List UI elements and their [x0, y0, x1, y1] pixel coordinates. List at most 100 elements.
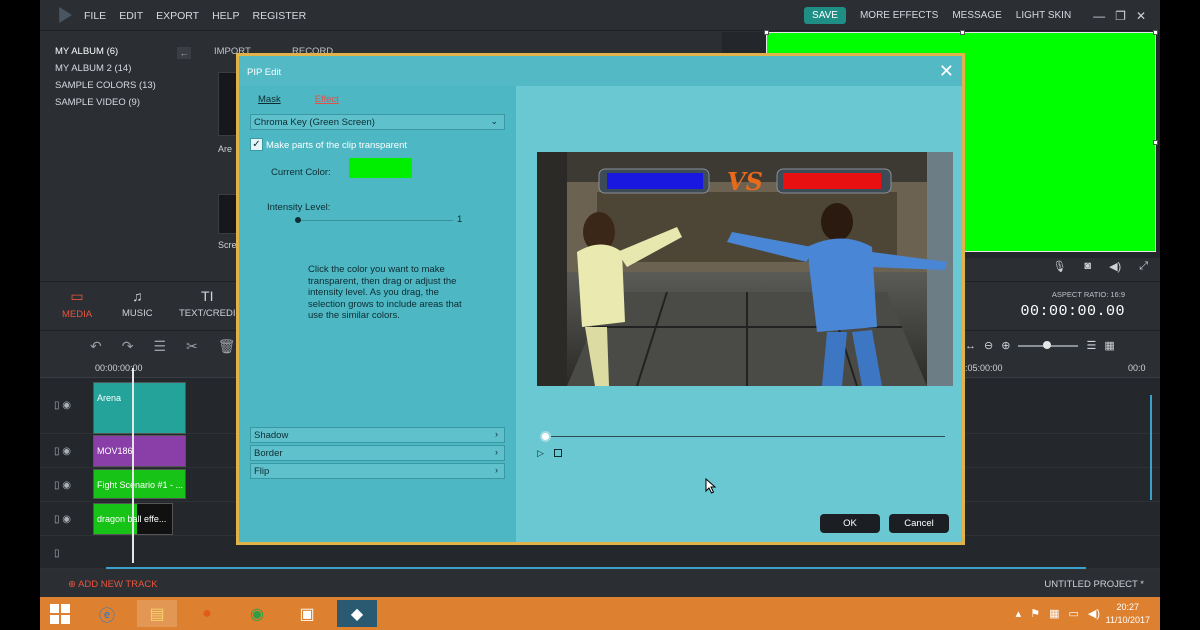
undo-icon[interactable]: ↶	[90, 338, 102, 355]
redo-icon[interactable]: ↷	[122, 338, 134, 355]
preview-scrubber[interactable]	[547, 436, 945, 437]
adjust-icon[interactable]: ☰	[153, 338, 166, 355]
track-lock-icon[interactable]: ▯	[54, 548, 60, 559]
cancel-button[interactable]: Cancel	[889, 514, 949, 533]
snapshot-icon[interactable]: ◙	[1084, 260, 1091, 273]
light-skin-button[interactable]: LIGHT SKIN	[1016, 10, 1071, 21]
tab-music-label: MUSIC	[122, 308, 153, 319]
transparency-checkbox-label: Make parts of the clip transparent	[266, 140, 407, 151]
album-item[interactable]: SAMPLE VIDEO (9)	[55, 97, 195, 114]
fit-icon[interactable]: ↔	[965, 340, 976, 352]
close-icon[interactable]: ✕	[939, 61, 954, 82]
playhead[interactable]	[132, 368, 134, 563]
horizontal-scrollbar[interactable]	[106, 567, 1086, 569]
minimize-icon[interactable]: —	[1093, 9, 1105, 23]
flag-icon[interactable]: ⚑	[1030, 607, 1040, 620]
ruler-tick: 00:0	[1128, 363, 1146, 373]
album-item[interactable]: SAMPLE COLORS (13)	[55, 80, 195, 97]
volume-tray-icon[interactable]: ◀)	[1088, 607, 1100, 620]
timeline-clip[interactable]: MOV186	[93, 435, 186, 467]
file-explorer-icon[interactable]: ▤	[137, 600, 177, 627]
track-visibility-icon[interactable]: ▯ ◉	[54, 514, 71, 525]
tab-music[interactable]: ♫ MUSIC	[122, 288, 153, 319]
add-new-track-button[interactable]: ⊕ ADD NEW TRACK	[68, 579, 158, 590]
media-player-icon[interactable]: ▣	[287, 600, 327, 627]
network-icon[interactable]: ▦	[1049, 607, 1059, 620]
current-color-label: Current Color:	[271, 167, 331, 178]
music-note-icon: ♫	[132, 288, 143, 304]
windows-start-icon[interactable]	[50, 604, 70, 624]
intensity-slider[interactable]	[298, 220, 453, 221]
ok-button[interactable]: OK	[820, 514, 880, 533]
track-visibility-icon[interactable]: ▯ ◉	[54, 446, 71, 457]
grid-view-icon[interactable]: ▦	[1104, 339, 1114, 352]
taskbar-clock[interactable]: 20:27 11/10/2017	[1106, 601, 1150, 627]
zoom-out-icon[interactable]: ⊖	[984, 339, 993, 352]
maximize-icon[interactable]: ❐	[1115, 9, 1126, 23]
track-visibility-icon[interactable]: ▯ ◉	[54, 400, 71, 411]
more-effects-button[interactable]: MORE EFFECTS	[860, 10, 938, 21]
internet-explorer-icon[interactable]: ⓔ	[87, 600, 127, 627]
tab-mask[interactable]: Mask	[258, 94, 281, 105]
timeline-clip[interactable]: Arena	[93, 382, 186, 434]
album-item[interactable]: MY ALBUM (6)	[55, 46, 195, 63]
resize-handle[interactable]	[764, 30, 769, 35]
accordion-border[interactable]: Border ›	[250, 445, 505, 461]
track-visibility-icon[interactable]: ▯ ◉	[54, 480, 71, 491]
resize-handle[interactable]	[1153, 30, 1158, 35]
cut-icon[interactable]: ✂	[186, 338, 198, 355]
preview-video-frame[interactable]: VS	[537, 152, 953, 386]
clip-label: MOV186	[97, 446, 133, 456]
aspect-ratio-label: ASPECT RATIO: 16:9	[1051, 290, 1125, 299]
project-name: UNTITLED PROJECT *	[1044, 579, 1144, 590]
album-item[interactable]: MY ALBUM 2 (14)	[55, 63, 195, 80]
intensity-slider-knob[interactable]	[295, 217, 301, 223]
resize-handle[interactable]	[1153, 140, 1158, 145]
save-button[interactable]: SAVE	[804, 7, 846, 24]
transparency-checkbox[interactable]: ✓	[250, 138, 263, 151]
clock-time: 20:27	[1116, 602, 1140, 612]
accordion-label: Flip	[254, 466, 270, 477]
vs-text: VS	[727, 167, 763, 196]
menu-export[interactable]: EXPORT	[156, 10, 199, 22]
chrome-icon[interactable]: ◉	[237, 600, 277, 627]
message-button[interactable]: MESSAGE	[952, 10, 1001, 21]
intensity-label: Intensity Level:	[267, 202, 331, 213]
play-icon[interactable]: ▷	[537, 448, 544, 459]
firefox-icon[interactable]: ●	[187, 600, 227, 627]
volume-icon[interactable]: ◀)	[1109, 260, 1121, 273]
stop-icon[interactable]	[554, 449, 562, 457]
resize-handle[interactable]	[960, 30, 965, 35]
preview-scrubber-knob[interactable]	[540, 431, 551, 442]
menu-register[interactable]: REGISTER	[253, 10, 307, 22]
filmora-taskbar-icon[interactable]: ◆	[337, 600, 377, 627]
tray-expand-icon[interactable]: ▴	[1016, 607, 1022, 620]
statusbar: ⊕ ADD NEW TRACK UNTITLED PROJECT *	[40, 573, 1160, 597]
zoom-tools: ↔ ⊖ ⊕ ☰ ▦	[965, 339, 1115, 353]
collapse-panel-icon[interactable]: ←	[177, 47, 191, 59]
effect-mode-dropdown[interactable]: Chroma Key (Green Screen) ⌄	[250, 114, 505, 130]
zoom-in-icon[interactable]: ⊕	[1001, 339, 1010, 352]
accordion-shadow[interactable]: Shadow ›	[250, 427, 505, 443]
preview-scene-image: VS	[537, 152, 953, 386]
tab-media[interactable]: ▭ MEDIA	[62, 288, 92, 320]
timeline-clip[interactable]: Fight Scenario #1 - ...	[93, 469, 186, 499]
menu-file[interactable]: FILE	[84, 10, 106, 22]
vertical-scrollbar[interactable]	[1150, 395, 1152, 500]
zoom-slider[interactable]	[1018, 340, 1079, 349]
tab-text-credit[interactable]: TI TEXT/CREDI	[179, 288, 235, 319]
fullscreen-icon[interactable]: ⤢	[1139, 260, 1148, 273]
microphone-icon[interactable]: 🎙	[1052, 260, 1066, 273]
help-text: Click the color you want to make transpa…	[308, 264, 462, 321]
edit-tools: ↶ ↷ ☰ ✂ 🗑	[90, 338, 236, 355]
close-window-icon[interactable]: ✕	[1136, 9, 1146, 23]
list-view-icon[interactable]: ☰	[1086, 339, 1096, 352]
tab-effect[interactable]: Effect	[315, 94, 339, 105]
current-color-swatch[interactable]	[349, 158, 412, 178]
menu-edit[interactable]: EDIT	[119, 10, 143, 22]
system-tray: ▴ ⚑ ▦ ▭ ◀)	[1016, 607, 1100, 620]
menu-help[interactable]: HELP	[212, 10, 239, 22]
delete-icon[interactable]: 🗑	[218, 338, 236, 355]
battery-icon[interactable]: ▭	[1068, 607, 1078, 620]
accordion-flip[interactable]: Flip ›	[250, 463, 505, 479]
